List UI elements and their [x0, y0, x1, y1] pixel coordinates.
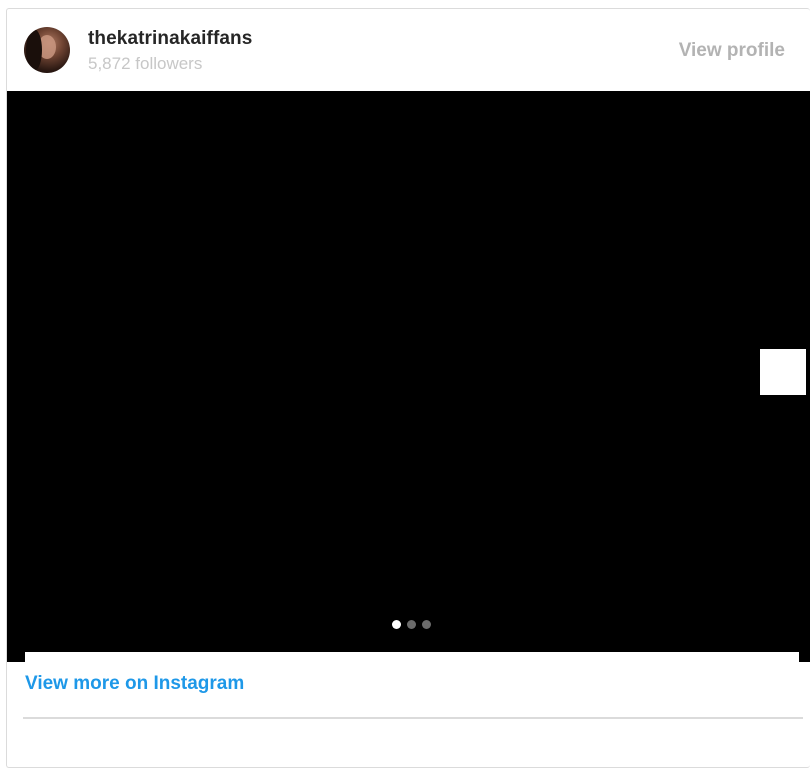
- carousel-dot-1: [392, 620, 401, 629]
- username-link[interactable]: thekatrinakaiffans: [88, 28, 252, 50]
- media-carousel[interactable]: [7, 91, 810, 652]
- embed-header: thekatrinakaiffans 5,872 followers View …: [7, 9, 810, 91]
- avatar[interactable]: [24, 27, 70, 73]
- follower-count: 5,872 followers: [88, 54, 203, 73]
- carousel-indicator: [392, 620, 431, 630]
- view-profile-button[interactable]: View profile: [679, 40, 785, 62]
- carousel-dot-2: [407, 620, 416, 629]
- divider: [23, 717, 803, 719]
- carousel-next-button[interactable]: [760, 349, 806, 395]
- media-edge-left: [7, 652, 25, 662]
- media-edge-right: [799, 652, 810, 662]
- carousel-dot-3: [422, 620, 431, 629]
- instagram-embed: thekatrinakaiffans 5,872 followers View …: [6, 8, 810, 768]
- view-more-on-instagram-link[interactable]: View more on Instagram: [25, 673, 244, 695]
